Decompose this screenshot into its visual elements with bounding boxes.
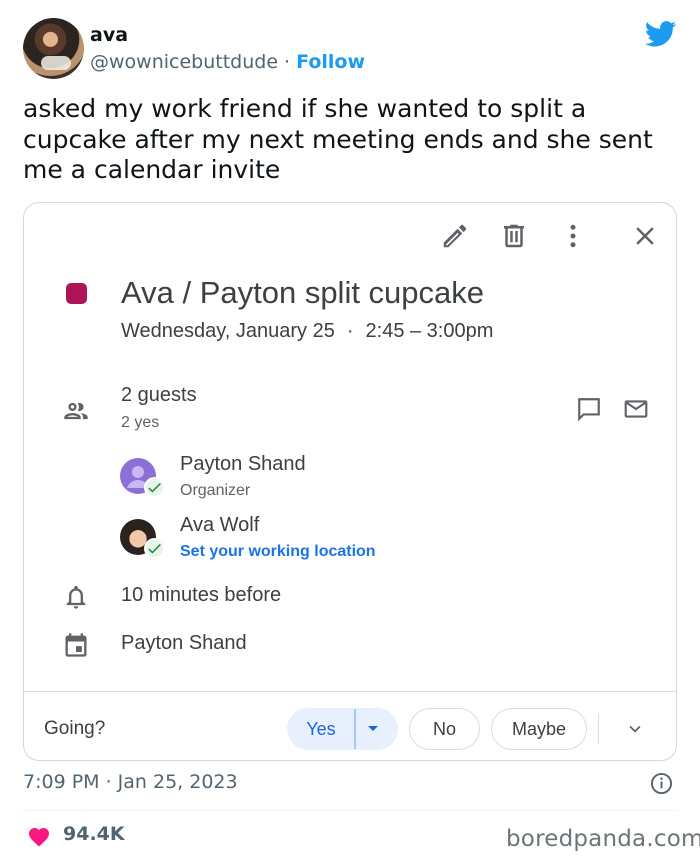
calendar-icon (65, 633, 87, 657)
more-vert-icon[interactable] (558, 221, 588, 251)
rsvp-bar: Going? Yes No Maybe (24, 691, 676, 760)
reminder-text: 10 minutes before (121, 584, 282, 606)
date-separator: · (346, 320, 354, 342)
bell-icon (66, 585, 86, 609)
guest-name: Ava Wolf (180, 514, 260, 536)
tweet-timestamp[interactable]: 7:09 PM · Jan 25, 2023 (23, 771, 238, 793)
event-toolbar (24, 221, 676, 253)
set-working-location-link[interactable]: Set your working location (180, 543, 376, 561)
guests-yes-count: 2 yes (121, 414, 160, 431)
guest-row-organizer[interactable]: Payton Shand Organizer (120, 453, 520, 499)
twitter-bird-icon (645, 21, 677, 47)
guest-name: Payton Shand (180, 453, 306, 475)
mail-icon[interactable] (622, 396, 650, 422)
going-prompt: Going? (44, 718, 106, 739)
follow-button[interactable]: Follow (296, 51, 365, 73)
trash-icon[interactable] (499, 221, 529, 251)
event-datetime: Wednesday, January 25 · 2:45 – 3:00pm (121, 320, 493, 343)
yes-split-button[interactable]: Yes (287, 708, 398, 750)
heart-icon[interactable] (27, 825, 51, 847)
rsvp-divider (598, 714, 599, 744)
event-color-swatch (66, 283, 87, 304)
author-handle[interactable]: @wownicebuttdude (90, 51, 278, 73)
author-handle-line: @wownicebuttdude · Follow (90, 51, 365, 73)
accepted-check-icon (144, 538, 165, 559)
no-button[interactable]: No (409, 708, 480, 750)
guest-row-ava[interactable]: Ava Wolf Set your working location (120, 514, 520, 561)
yes-divider (354, 709, 356, 749)
pencil-icon[interactable] (440, 221, 470, 251)
handle-separator: · (278, 51, 297, 73)
info-icon[interactable] (650, 772, 673, 795)
chat-icon[interactable] (575, 396, 603, 422)
close-icon[interactable] (630, 221, 660, 251)
watermark: boredpanda.com (506, 826, 700, 852)
yes-button[interactable]: Yes (288, 709, 354, 749)
author-display-name[interactable]: ava (90, 24, 128, 46)
calendar-event-card: Ava / Payton split cupcake Wednesday, Ja… (23, 202, 677, 761)
accepted-check-icon (144, 477, 165, 498)
footer-divider (23, 810, 677, 811)
guests-count: 2 guests (121, 384, 197, 406)
event-time: 2:45 – 3:00pm (365, 320, 494, 342)
calendar-owner: Payton Shand (121, 632, 247, 654)
event-title: Ava / Payton split cupcake (121, 275, 485, 310)
caret-down-icon[interactable] (368, 726, 378, 731)
like-count: 94.4K (63, 823, 125, 845)
maybe-button[interactable]: Maybe (491, 708, 587, 750)
event-date: Wednesday, January 25 (121, 320, 335, 342)
people-icon (64, 402, 88, 420)
guest-role: Organizer (180, 482, 251, 499)
chevron-down-icon[interactable] (624, 718, 646, 740)
tweet-text: asked my work friend if she wanted to sp… (23, 94, 653, 184)
tweet-header: ava @wownicebuttdude · Follow (23, 18, 677, 80)
author-avatar[interactable] (23, 18, 84, 79)
